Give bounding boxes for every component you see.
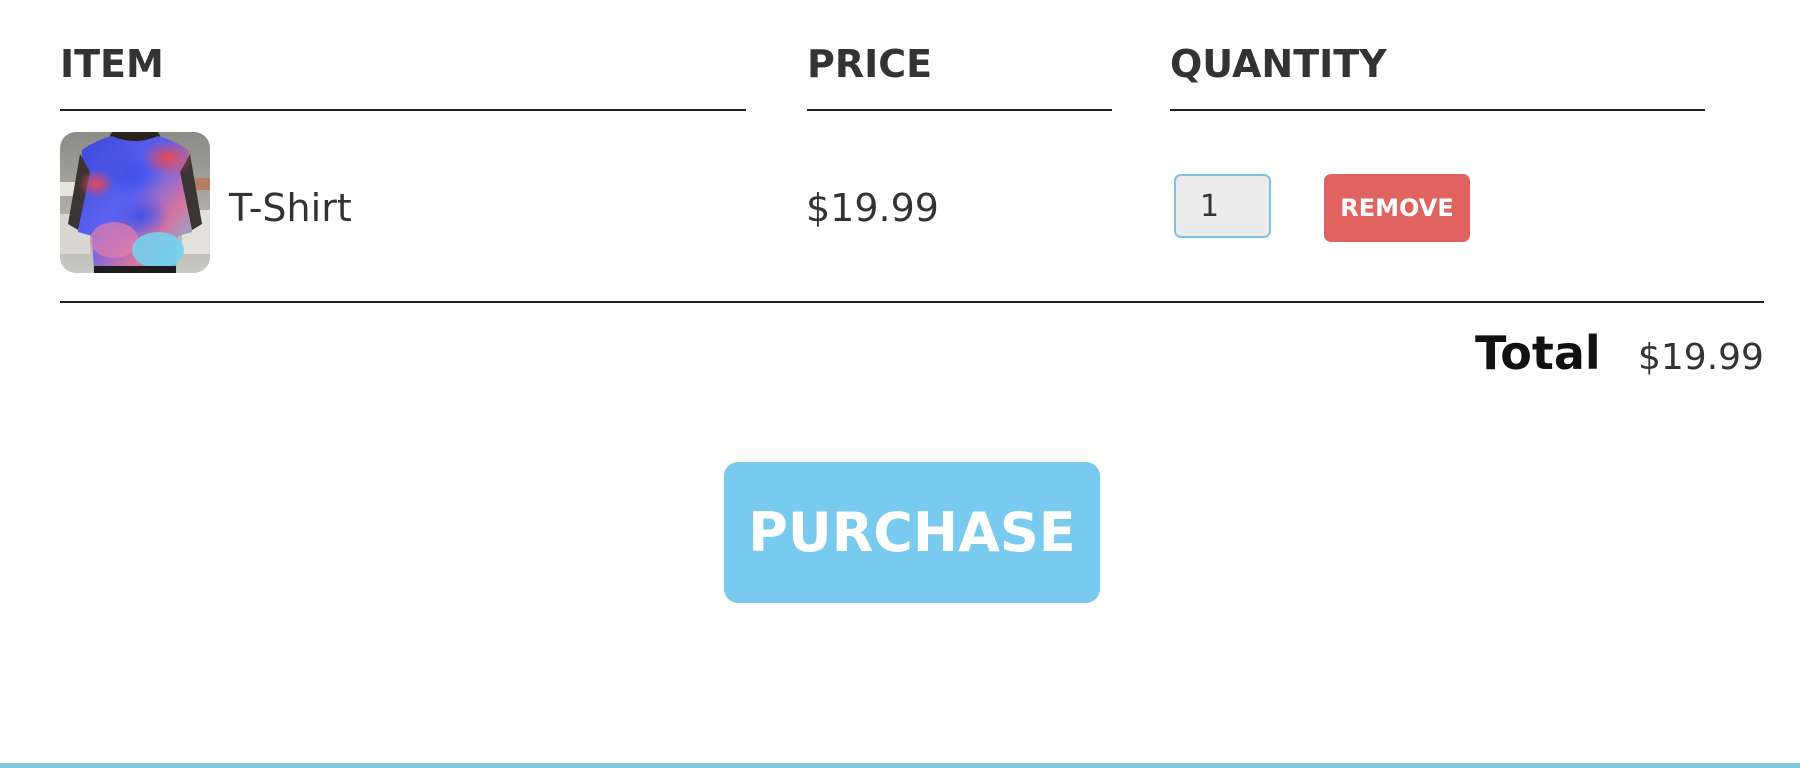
remove-button[interactable]: REMOVE <box>1324 174 1470 242</box>
footer-accent-bar <box>0 763 1800 768</box>
purchase-button[interactable]: PURCHASE <box>724 462 1100 603</box>
item-name: T-Shirt <box>229 186 352 230</box>
header-divider <box>807 109 1112 111</box>
item-price: $19.99 <box>806 186 939 230</box>
column-header-price: PRICE <box>807 42 933 86</box>
column-header-item: ITEM <box>60 42 164 86</box>
header-divider <box>1170 109 1705 111</box>
total-label: Total <box>1475 326 1601 380</box>
tshirt-photo-icon <box>60 132 210 273</box>
column-header-quantity: QUANTITY <box>1170 42 1387 86</box>
row-divider <box>60 301 1764 303</box>
total-value: $19.99 <box>1638 337 1764 378</box>
header-divider <box>60 109 746 111</box>
quantity-input[interactable] <box>1174 174 1271 238</box>
